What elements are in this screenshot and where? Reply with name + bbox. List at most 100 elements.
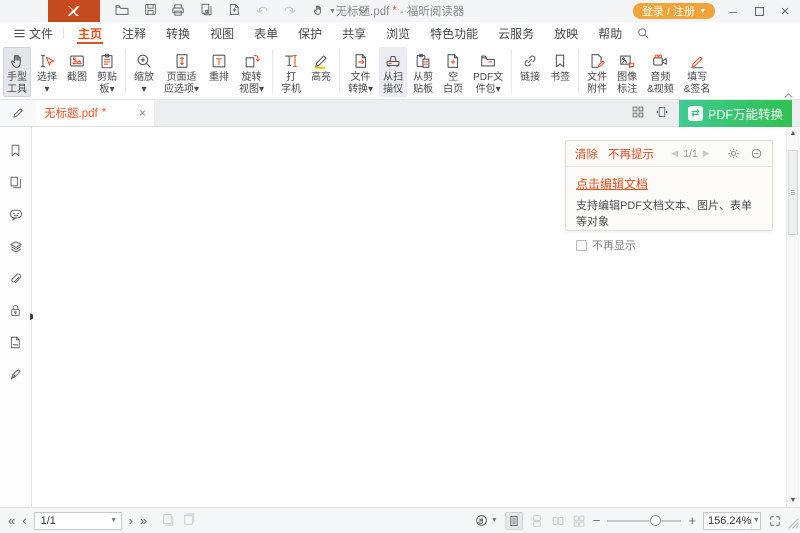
new-document-button[interactable] — [224, 2, 244, 20]
continuous-facing-view-button[interactable] — [572, 514, 586, 528]
link-button[interactable]: 链接 — [516, 47, 544, 97]
menu-tab-保护[interactable]: 保护 — [288, 22, 332, 44]
vertical-scrollbar[interactable]: ▲ ▼ — [786, 127, 799, 507]
zoom-slider-thumb[interactable] — [650, 515, 661, 526]
divider — [578, 49, 579, 94]
zoom-slider[interactable] — [607, 514, 681, 528]
rotate-view-button[interactable]: 旋转视图▾ — [235, 47, 268, 97]
dont-show-checkbox[interactable] — [576, 240, 587, 251]
select-tool-button[interactable]: 选择▾ — [33, 47, 61, 97]
highlight-button[interactable]: 高亮 — [307, 47, 335, 97]
first-page-button[interactable]: « — [8, 514, 15, 527]
search-icon[interactable] — [636, 26, 650, 40]
pager-prev-icon[interactable]: ◀ — [671, 148, 678, 159]
notification-collapse-icon[interactable] — [750, 147, 763, 160]
file-convert-button[interactable]: 文件转换▾ — [344, 47, 377, 97]
page-fit-options-button[interactable]: 页面适应选项▾ — [160, 47, 203, 97]
dont-remind-button[interactable]: 不再提示 — [608, 146, 654, 162]
reflow-button[interactable]: 重排 — [205, 47, 233, 97]
file-menu[interactable]: 文件 — [8, 22, 59, 44]
zoom-out-button[interactable]: − — [593, 514, 601, 527]
menu-tab-共享[interactable]: 共享 — [332, 22, 376, 44]
file-attachment-button[interactable]: 文件附件 — [583, 47, 611, 97]
facing-view-button[interactable] — [551, 514, 565, 528]
comments-panel-button[interactable] — [6, 207, 26, 225]
zoom-icon — [135, 49, 153, 72]
menu-tab-浏览[interactable]: 浏览 — [376, 22, 420, 44]
menu-tab-表单[interactable]: 表单 — [244, 22, 288, 44]
fullscreen-icon[interactable] — [768, 514, 782, 528]
hand-tool-quick-button[interactable]: ▼ — [308, 2, 336, 20]
continuous-view-button[interactable] — [530, 514, 544, 528]
next-page-button[interactable]: › — [129, 514, 133, 527]
menu-tab-转换[interactable]: 转换 — [156, 22, 200, 44]
menu-tab-视图[interactable]: 视图 — [200, 22, 244, 44]
blank-page-button[interactable]: 空白页 — [439, 47, 467, 97]
hand-tool-button[interactable]: 手型工具 — [3, 47, 31, 97]
bookmark-button[interactable]: 书签 — [546, 47, 574, 97]
edit-document-link[interactable]: 点击编辑文档 — [576, 175, 648, 192]
menu-tab-帮助[interactable]: 帮助 — [588, 22, 632, 44]
quick-edit-pen-icon[interactable] — [0, 100, 36, 126]
next-view-icon[interactable] — [181, 512, 196, 530]
menu-tab-云服务[interactable]: 云服务 — [488, 22, 544, 44]
from-scanner-button[interactable]: 从扫描仪 — [379, 47, 407, 97]
typewriter-button[interactable]: 打字机 — [277, 47, 305, 97]
fill-sign-button[interactable]: 填写&签名 — [680, 47, 715, 97]
open-file-button[interactable] — [112, 2, 132, 20]
scrollbar-thumb[interactable] — [788, 150, 798, 235]
pager-next-icon[interactable]: ▶ — [703, 148, 710, 159]
tab-switch-icon[interactable] — [655, 105, 669, 122]
layers-panel-button[interactable] — [6, 239, 26, 257]
image-annotation-button[interactable]: 图像标注 — [613, 47, 641, 97]
digital-signature-panel-button[interactable] — [6, 335, 26, 353]
dont-show-label: 不再显示 — [592, 237, 636, 253]
menu-tab-注释[interactable]: 注释 — [112, 22, 156, 44]
prev-page-button[interactable]: ‹ — [22, 514, 26, 527]
previous-view-icon[interactable] — [160, 512, 175, 530]
menu-tab-主页[interactable]: 主页 — [68, 22, 112, 44]
print-button[interactable] — [168, 2, 188, 20]
scroll-down-icon[interactable]: ▼ — [787, 494, 799, 507]
zoom-in-button[interactable]: + — [688, 514, 696, 527]
divider — [272, 49, 273, 94]
scroll-up-icon[interactable]: ▲ — [787, 127, 799, 140]
clear-button[interactable]: 清除 — [575, 146, 598, 162]
pdf-convert-button[interactable]: ⇄ PDF万能转换 — [679, 100, 792, 127]
window-resize-grip[interactable] — [788, 518, 799, 532]
close-button[interactable]: × — [772, 0, 798, 22]
attachments-panel-button[interactable] — [6, 271, 26, 289]
from-clipboard-button[interactable]: 从剪贴板 — [409, 47, 437, 97]
chevron-down-icon[interactable]: ▼ — [107, 517, 121, 524]
security-panel-button[interactable] — [6, 303, 26, 321]
zoom-level-input[interactable]: 156.24% ▼ — [703, 512, 761, 530]
last-page-button[interactable]: » — [140, 514, 147, 527]
zoom-button[interactable]: 缩放▾ — [130, 47, 158, 97]
undo-button[interactable]: ↶ — [252, 2, 272, 20]
pdf-package-button[interactable]: PDF文件包▾ — [469, 47, 507, 97]
print-preview-button[interactable] — [196, 2, 216, 20]
bookmarks-panel-button[interactable] — [6, 143, 26, 161]
chevron-down-icon[interactable]: ▼ — [751, 513, 760, 529]
clipboard-button[interactable]: 剪贴板▾ — [93, 47, 121, 97]
login-register-button[interactable]: 登录 / 注册▼ — [633, 3, 715, 19]
customize-toolbar-button[interactable] — [353, 2, 373, 20]
tab-close-icon[interactable]: × — [139, 106, 146, 120]
page-thumbnails-panel-button[interactable] — [6, 175, 26, 193]
foxit-logo-icon[interactable] — [48, 0, 100, 22]
document-tab[interactable]: 无标题.pdf* × — [36, 100, 154, 126]
audio-video-button[interactable]: 音频&视频 — [643, 47, 678, 97]
minimize-button[interactable]: – — [720, 0, 746, 22]
maximize-button[interactable] — [746, 0, 772, 22]
hand-tool-selector[interactable]: ▼ — [474, 513, 498, 528]
menu-tab-放映[interactable]: 放映 — [544, 22, 588, 44]
tab-grid-view-icon[interactable] — [631, 105, 645, 122]
single-page-view-button[interactable] — [505, 512, 523, 530]
signature-panel-button[interactable] — [6, 367, 26, 385]
menu-tab-特色功能[interactable]: 特色功能 — [420, 22, 488, 44]
snapshot-button[interactable]: 截图 — [63, 47, 91, 97]
page-number-input[interactable]: 1/1 ▼ — [34, 512, 122, 530]
notification-settings-icon[interactable] — [727, 147, 740, 160]
redo-button[interactable]: ↷ — [280, 2, 300, 20]
save-button[interactable] — [140, 2, 160, 20]
